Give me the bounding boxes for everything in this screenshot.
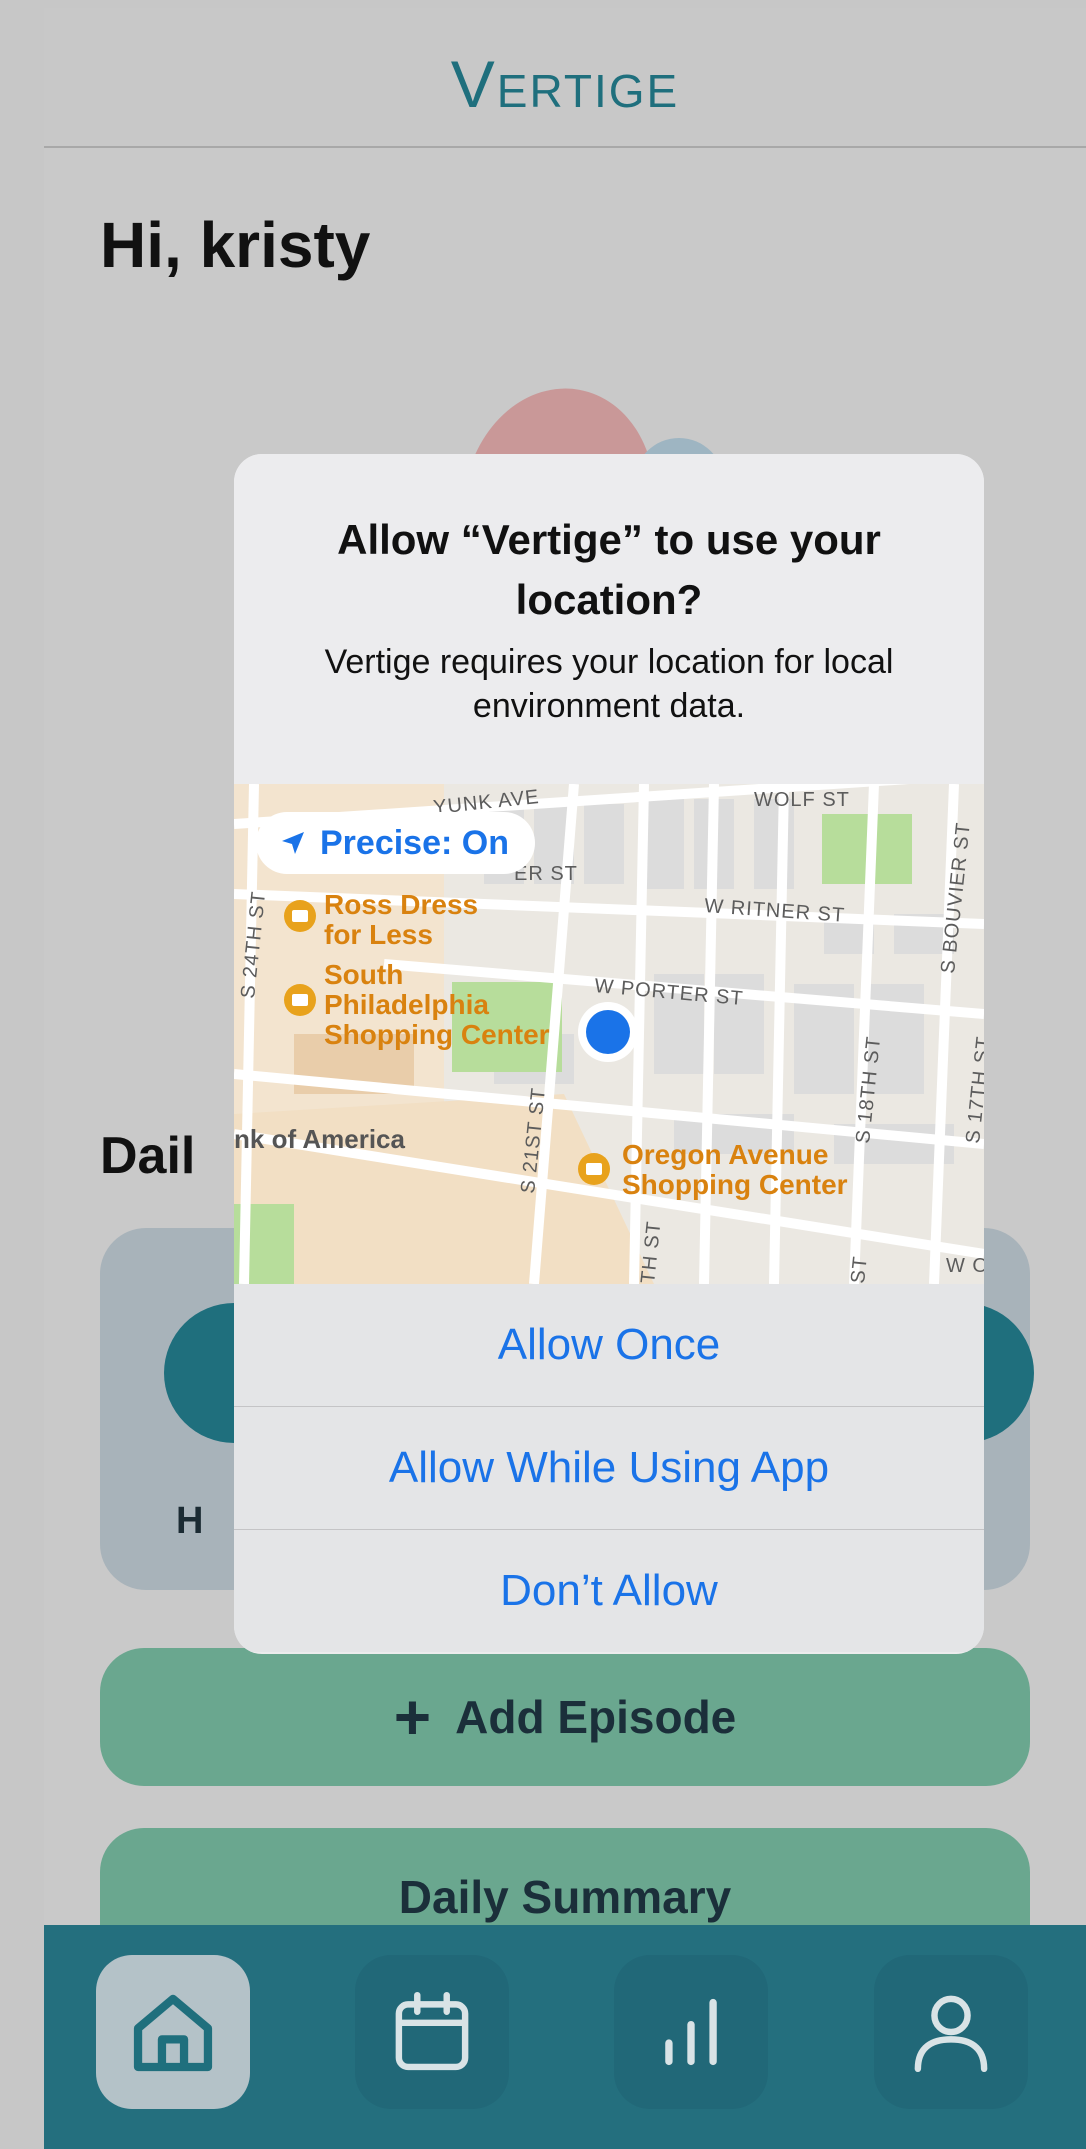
map-street-label: WOLF ST	[754, 789, 850, 811]
map-street-label: ST	[847, 1255, 872, 1284]
map-poi-label: Ross Dress	[324, 889, 478, 920]
dialog-title: Allow “Vertige” to use your location?	[337, 516, 881, 623]
app-title: Vertige	[450, 47, 680, 121]
map-poi-label: nk of America	[234, 1124, 406, 1154]
map-poi-label: Philadelphia	[324, 989, 489, 1020]
map-street-label: W O	[946, 1255, 984, 1277]
dont-allow-button[interactable]: Don’t Allow	[234, 1529, 984, 1652]
precise-toggle[interactable]: Precise: On	[256, 812, 535, 874]
map-poi-label: Oregon Avenue	[622, 1139, 828, 1170]
current-location-icon	[586, 1010, 630, 1054]
precise-label: Precise: On	[320, 823, 509, 862]
map-poi-label: Shopping Center	[622, 1169, 848, 1200]
stats-icon	[665, 1998, 717, 2066]
tab-home[interactable]	[96, 1955, 250, 2109]
plus-icon: +	[393, 1681, 432, 1753]
profile-icon	[914, 1995, 988, 2073]
greeting: Hi, kristy	[100, 209, 371, 281]
card-label: H	[176, 1500, 204, 1542]
map-poi-label: South	[324, 959, 403, 990]
dialog-header: Allow “Vertige” to use your location? Ve…	[234, 454, 984, 784]
allow-once-button[interactable]: Allow Once	[234, 1284, 984, 1406]
location-map: WOLF ST W RITNER ST W PORTER ST S 24TH S…	[234, 784, 984, 1284]
home-icon	[133, 1994, 213, 2072]
app-header: Vertige	[44, 8, 1086, 148]
allow-while-using-button[interactable]: Allow While Using App	[234, 1406, 984, 1529]
dialog-actions: Allow Once Allow While Using App Don’t A…	[234, 1284, 984, 1652]
tab-stats[interactable]	[614, 1955, 768, 2109]
map-poi-label: Shopping Center	[324, 1019, 550, 1050]
tab-profile[interactable]	[874, 1955, 1028, 2109]
location-permission-dialog: Allow “Vertige” to use your location? Ve…	[234, 454, 984, 1654]
location-arrow-icon	[282, 832, 304, 854]
add-episode-label: Add Episode	[455, 1691, 737, 1743]
add-episode-button[interactable]: + Add Episode	[100, 1648, 1030, 1786]
tab-calendar[interactable]	[355, 1955, 509, 2109]
dialog-message: Vertige requires your location for local…	[324, 643, 894, 725]
calendar-icon	[395, 1991, 469, 2071]
phone-screen: Vertige Hi, kristy Dail H + Add Episode …	[44, 8, 1086, 2149]
map-poi-label: for Less	[324, 919, 433, 950]
section-label: Dail	[100, 1127, 196, 1185]
tab-bar	[44, 1925, 1086, 2149]
